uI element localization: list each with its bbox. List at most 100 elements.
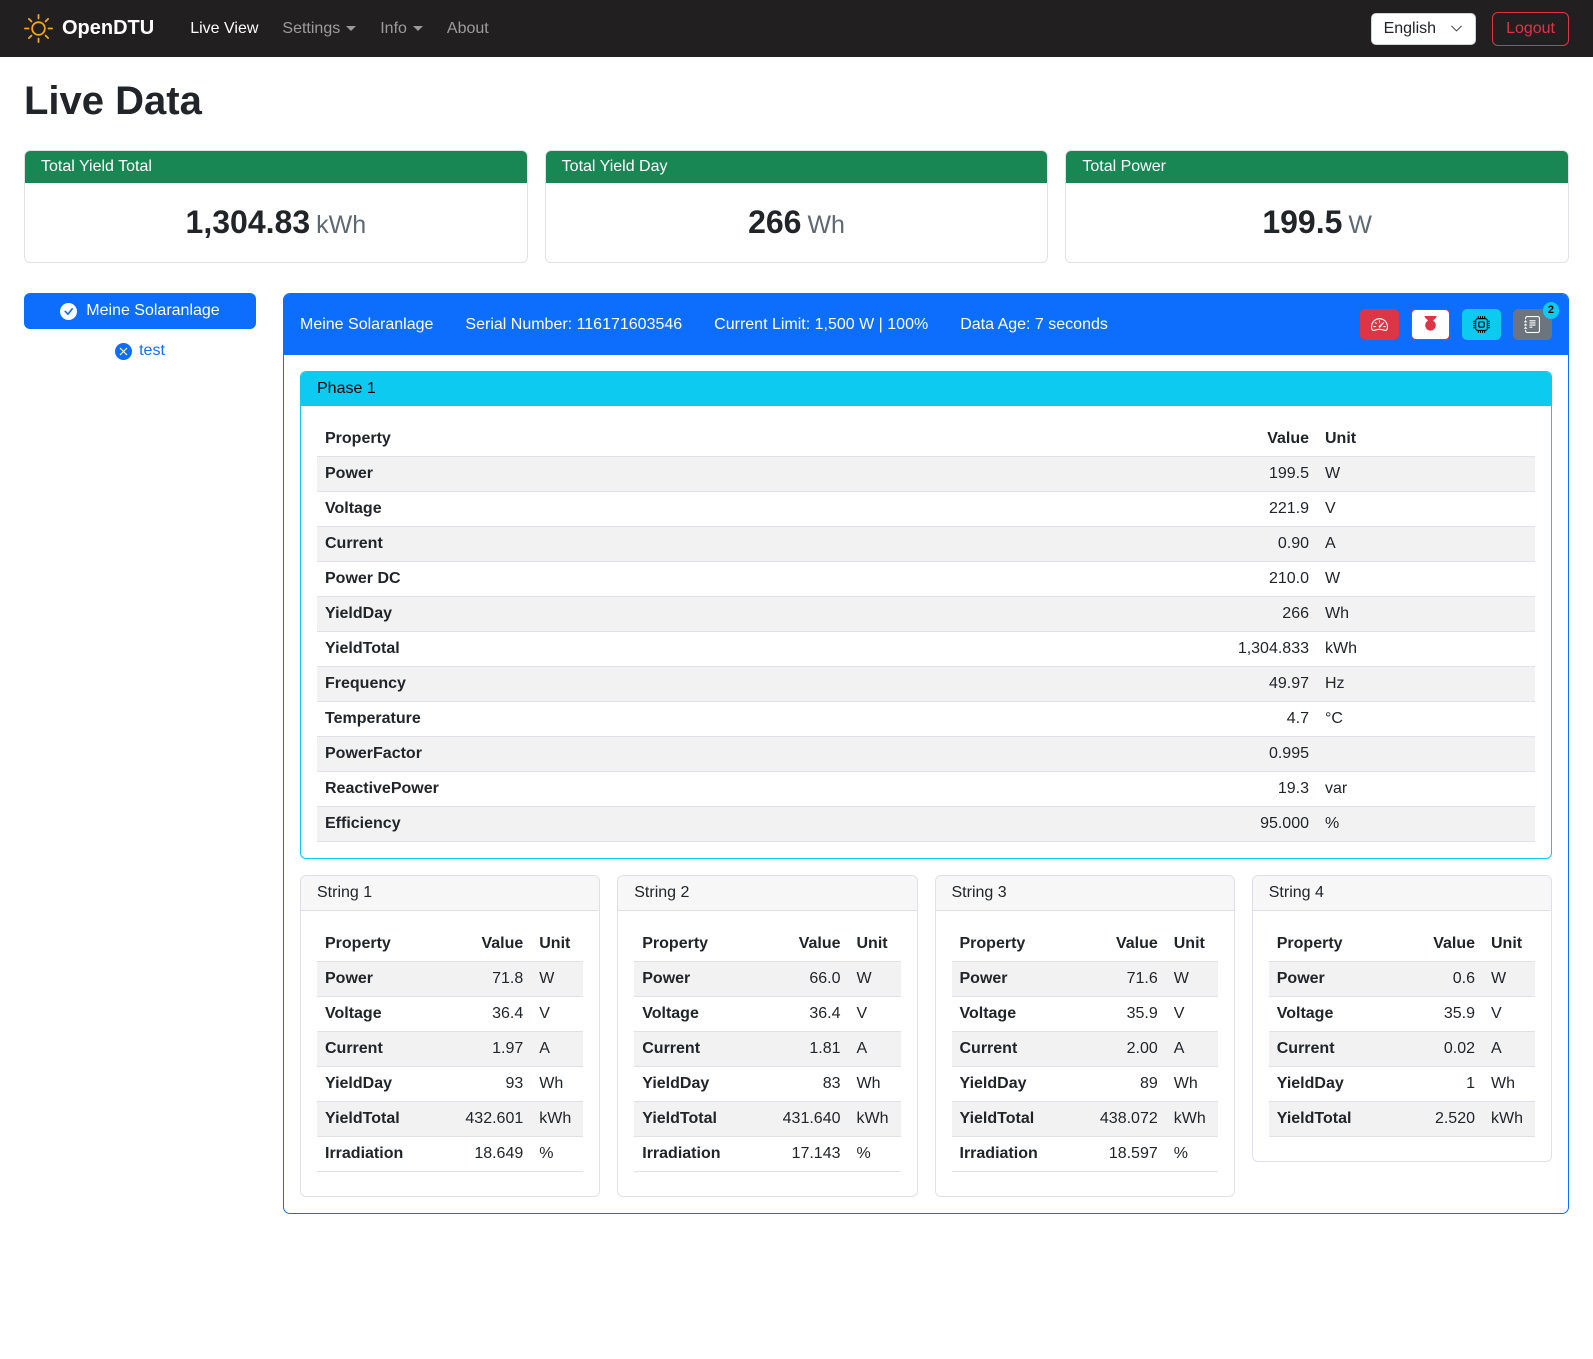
nav-settings[interactable]: Settings [270, 12, 368, 46]
unit-cell: Wh [849, 1067, 901, 1102]
property-cell: Current [952, 1032, 1084, 1067]
summary-value: 199.5 [1262, 204, 1342, 240]
inverter-select-meine-solaranlage[interactable]: Meine Solaranlage [24, 293, 256, 329]
property-cell: Voltage [952, 997, 1084, 1032]
table-row: Efficiency95.000% [317, 807, 1535, 842]
summary-value: 266 [748, 204, 801, 240]
event-log-button[interactable]: 2 [1513, 309, 1552, 340]
unit-cell: W [1483, 962, 1535, 997]
value-cell: 1,304.833 [915, 632, 1317, 667]
property-cell: Voltage [1269, 997, 1401, 1032]
strings-row: String 1 Property Value Unit [300, 875, 1552, 1197]
brand-link[interactable]: OpenDTU [24, 14, 154, 43]
property-cell: YieldDay [634, 1067, 766, 1102]
table-row: PowerFactor0.995 [317, 737, 1535, 772]
property-cell: Voltage [317, 997, 449, 1032]
table-row: Power0.6W [1269, 962, 1535, 997]
value-cell: 83 [767, 1067, 849, 1102]
table-header-row: Property Value Unit [317, 422, 1535, 457]
unit-cell [1317, 737, 1535, 772]
unit-cell: A [1166, 1032, 1218, 1067]
table-row: Current0.90A [317, 527, 1535, 562]
summary-card-total-yield-day: Total Yield Day 266Wh [545, 150, 1049, 263]
column-header-value: Value [449, 927, 531, 962]
string-card-1: String 1 Property Value Unit [300, 875, 600, 1197]
speedometer-icon [1371, 316, 1388, 333]
value-cell: 18.597 [1084, 1137, 1166, 1172]
property-cell: YieldDay [952, 1067, 1084, 1102]
unit-cell: kWh [849, 1102, 901, 1137]
logout-button[interactable]: Logout [1492, 12, 1569, 46]
table-row: Voltage35.9V [1269, 997, 1535, 1032]
value-cell: 221.9 [915, 492, 1317, 527]
column-header-property: Property [1269, 927, 1401, 962]
value-cell: 66.0 [767, 962, 849, 997]
column-header-value: Value [767, 927, 849, 962]
value-cell: 4.7 [915, 702, 1317, 737]
summary-unit: Wh [807, 211, 845, 239]
table-header-row: Property Value Unit [1269, 927, 1535, 962]
table-row: Current0.02A [1269, 1032, 1535, 1067]
column-header-property: Property [634, 927, 766, 962]
string-card-header: String 4 [1253, 876, 1551, 911]
property-cell: Power [952, 962, 1084, 997]
column-header-property: Property [317, 927, 449, 962]
column-header-property: Property [952, 927, 1084, 962]
property-cell: Irradiation [317, 1137, 449, 1172]
unit-cell: W [849, 962, 901, 997]
property-cell: Efficiency [317, 807, 915, 842]
phase-table: Property Value Unit Power199.5WVoltage22… [317, 422, 1535, 842]
property-cell: Temperature [317, 702, 915, 737]
language-select[interactable]: English [1371, 13, 1476, 45]
value-cell: 71.8 [449, 962, 531, 997]
inverter-serial: Serial Number: 116171603546 [465, 316, 682, 334]
language-select-value: English [1384, 20, 1436, 38]
property-cell: Power [1269, 962, 1401, 997]
value-cell: 1.81 [767, 1032, 849, 1067]
summary-card-header: Total Power [1066, 151, 1568, 183]
value-cell: 0.02 [1401, 1032, 1483, 1067]
check-circle-icon [60, 303, 77, 320]
nav-about[interactable]: About [435, 12, 501, 46]
inverter-limit: Current Limit: 1,500 W | 100% [714, 316, 928, 334]
unit-cell: Hz [1317, 667, 1535, 702]
value-cell: 210.0 [915, 562, 1317, 597]
property-cell: Power [634, 962, 766, 997]
unit-cell: V [1166, 997, 1218, 1032]
column-header-unit: Unit [1166, 927, 1218, 962]
power-button[interactable] [1411, 309, 1450, 340]
phase-card-header: Phase 1 [301, 372, 1551, 406]
value-cell: 49.97 [915, 667, 1317, 702]
table-row: Current2.00A [952, 1032, 1218, 1067]
string-table: Property Value Unit Power71.8WVoltage36.… [317, 927, 583, 1172]
page: Live Data Total Yield Total 1,304.83kWh … [0, 57, 1593, 1242]
value-cell: 93 [449, 1067, 531, 1102]
limit-settings-button[interactable] [1360, 309, 1399, 340]
value-cell: 0.995 [915, 737, 1317, 772]
table-row: YieldDay93Wh [317, 1067, 583, 1102]
table-row: Irradiation18.649% [317, 1137, 583, 1172]
value-cell: 432.601 [449, 1102, 531, 1137]
inverter-data-age: Data Age: 7 seconds [960, 316, 1108, 334]
value-cell: 266 [915, 597, 1317, 632]
unit-cell: A [1483, 1032, 1535, 1067]
property-cell: YieldDay [1269, 1067, 1401, 1102]
table-row: ReactivePower19.3var [317, 772, 1535, 807]
unit-cell: % [849, 1137, 901, 1172]
string-card-body: Property Value Unit Power66.0WVoltage36.… [618, 911, 916, 1196]
summary-card-body: 266Wh [546, 183, 1048, 262]
column-header-value: Value [1084, 927, 1166, 962]
property-cell: Current [634, 1032, 766, 1067]
nav-info-label: Info [380, 20, 407, 38]
inverter-select-test[interactable]: test [24, 342, 256, 360]
property-cell: Current [317, 1032, 449, 1067]
nav-live-view[interactable]: Live View [178, 12, 270, 46]
string-card-3: String 3 Property Value Unit [935, 875, 1235, 1197]
summary-card-total-power: Total Power 199.5W [1065, 150, 1569, 263]
value-cell: 36.4 [449, 997, 531, 1032]
device-info-button[interactable] [1462, 309, 1501, 340]
value-cell: 19.3 [915, 772, 1317, 807]
nav-info[interactable]: Info [368, 12, 435, 46]
navbar-left: OpenDTU Live View Settings Info About [24, 12, 501, 46]
table-row: Power71.6W [952, 962, 1218, 997]
